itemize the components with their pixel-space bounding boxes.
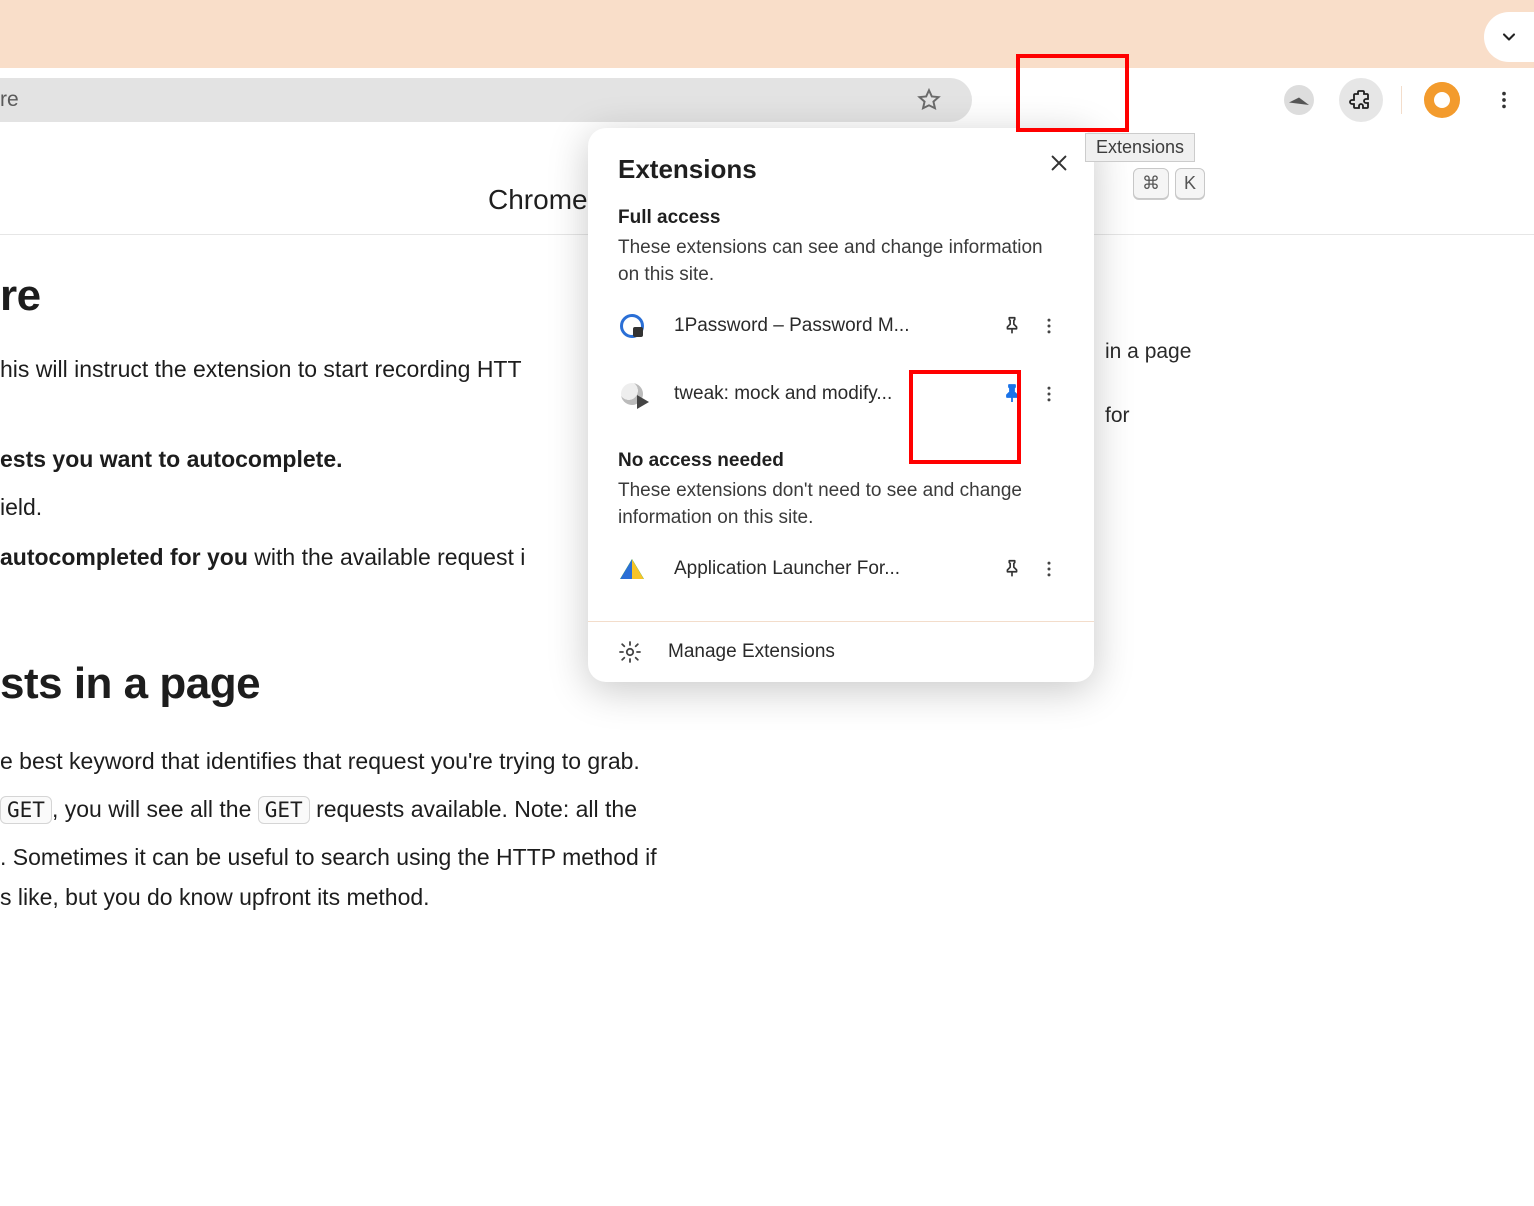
extension-row-1password[interactable]: 1Password – Password M... <box>618 296 1064 356</box>
brand-logo-button[interactable] <box>1420 78 1464 122</box>
page-p7: . Sometimes it can be useful to search u… <box>0 840 657 876</box>
right-text-snippets: in a page for <box>1105 340 1191 428</box>
pin-button[interactable] <box>990 558 1034 580</box>
tweak-icon <box>618 380 646 408</box>
popup-section-heading-noaccess: No access needed <box>618 450 1064 472</box>
toolbar <box>1277 78 1534 122</box>
extension-more-button[interactable] <box>1034 559 1064 579</box>
close-icon <box>1048 152 1070 174</box>
popup-title: Extensions <box>618 154 1064 185</box>
banner-expand-button[interactable] <box>1484 12 1534 62</box>
page-p6b: , you will see all the <box>52 796 258 822</box>
page-p5: e best keyword that identifies that requ… <box>0 744 640 780</box>
code-get-2: GET <box>258 796 310 824</box>
pin-icon <box>1001 558 1023 580</box>
popup-section-desc-full: These extensions can see and change info… <box>618 235 1064 288</box>
vertical-dots-icon <box>1493 89 1515 111</box>
onepassword-icon <box>618 312 646 340</box>
extension-name: Application Launcher For... <box>674 558 990 580</box>
star-icon[interactable] <box>916 87 942 113</box>
page-p4-bold: autocompleted for you <box>0 544 254 570</box>
profile-icon <box>1284 85 1314 115</box>
gear-icon <box>618 640 642 664</box>
page-p4: autocompleted for you with the available… <box>0 540 525 576</box>
page-p1: his will instruct the extension to start… <box>0 352 522 388</box>
vertical-dots-icon <box>1039 316 1059 336</box>
extension-more-button[interactable] <box>1034 384 1064 404</box>
kbd-k: K <box>1175 168 1205 199</box>
extension-row-tweak[interactable]: tweak: mock and modify... <box>618 364 1064 424</box>
extensions-tooltip: Extensions <box>1085 133 1195 162</box>
browser-more-button[interactable] <box>1482 78 1526 122</box>
pin-button-active[interactable] <box>990 382 1034 406</box>
page-p6d: requests available. Note: all the <box>310 796 637 822</box>
page-p2: ests you want to autocomplete. <box>0 442 343 478</box>
popup-section-desc-noaccess: These extensions don't need to see and c… <box>618 478 1064 531</box>
profile-avatar[interactable] <box>1277 78 1321 122</box>
pin-icon <box>1001 315 1023 337</box>
puzzle-icon <box>1349 88 1373 112</box>
chevron-down-icon <box>1499 27 1519 47</box>
manage-extensions-label: Manage Extensions <box>668 641 835 663</box>
page-p4-rest: with the available request i <box>254 544 525 570</box>
brand-logo-icon <box>1424 82 1460 118</box>
right-snippet-2: for <box>1105 404 1191 428</box>
extension-row-applauncher[interactable]: Application Launcher For... <box>618 539 1064 599</box>
manage-extensions-button[interactable]: Manage Extensions <box>588 621 1094 682</box>
pin-button[interactable] <box>990 315 1034 337</box>
kbd-cmd: ⌘ <box>1133 168 1169 199</box>
toolbar-divider <box>1401 86 1402 114</box>
page-p3: ield. <box>0 490 42 526</box>
extensions-button[interactable] <box>1339 78 1383 122</box>
omnibox-text: re <box>0 88 19 112</box>
extensions-popup: Extensions Full access These extensions … <box>588 128 1094 682</box>
top-banner <box>0 0 1534 68</box>
right-snippet-1: in a page <box>1105 340 1191 364</box>
page-h2-fragment: sts in a page <box>0 650 260 718</box>
vertical-dots-icon <box>1039 384 1059 404</box>
code-get-1: GET <box>0 796 52 824</box>
extension-name: tweak: mock and modify... <box>674 383 990 405</box>
keyboard-shortcut-group: ⌘ K <box>1133 168 1205 199</box>
vertical-dots-icon <box>1039 559 1059 579</box>
page-h1-fragment: re <box>0 262 41 330</box>
pin-filled-icon <box>1000 382 1024 406</box>
extension-more-button[interactable] <box>1034 316 1064 336</box>
page-p6: GET, you will see all the GET requests a… <box>0 792 637 828</box>
popup-section-heading-full: Full access <box>618 207 1064 229</box>
popup-close-button[interactable] <box>1048 152 1070 174</box>
omnibox[interactable]: re <box>0 78 972 122</box>
extension-name: 1Password – Password M... <box>674 315 990 337</box>
gdrive-icon <box>618 555 646 583</box>
page-header-partial: Chrome <box>488 184 588 216</box>
page-p8: s like, but you do know upfront its meth… <box>0 880 430 916</box>
